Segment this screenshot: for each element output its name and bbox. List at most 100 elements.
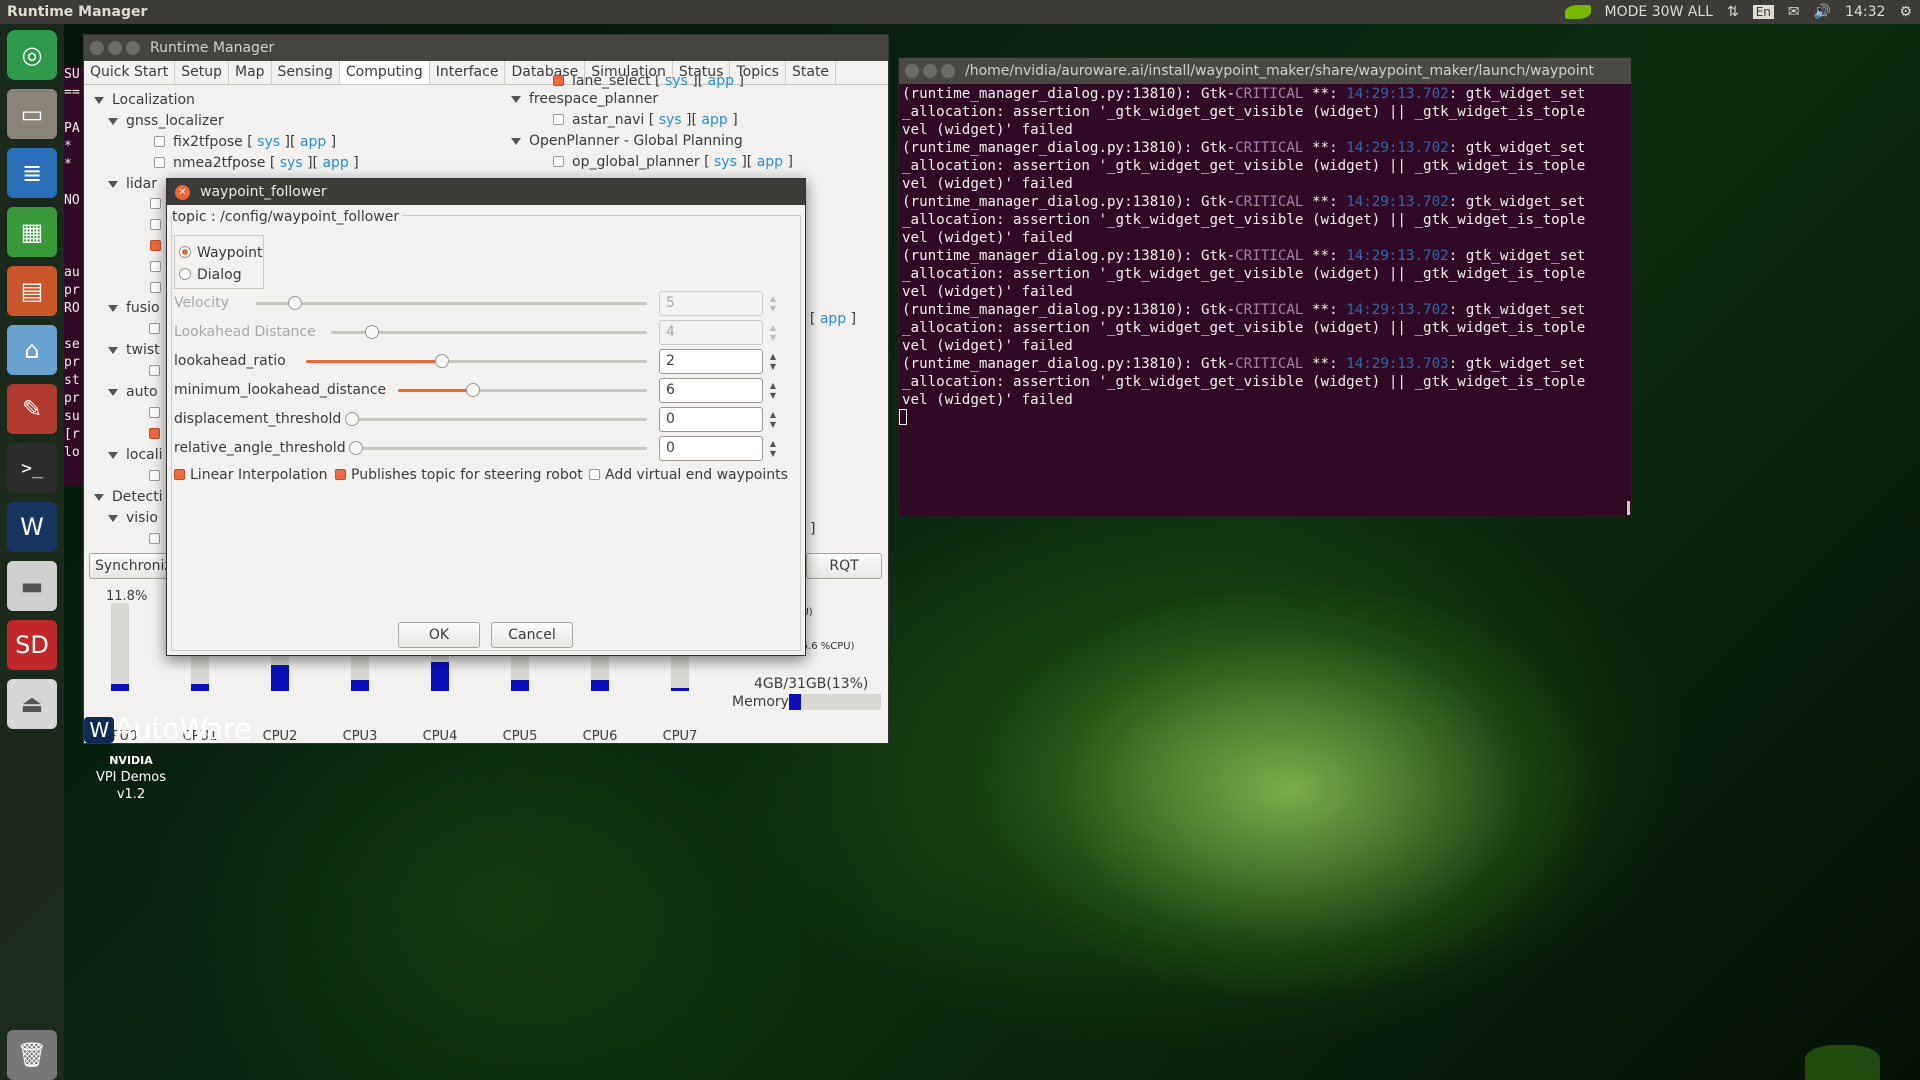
node-checkbox[interactable] xyxy=(149,533,160,544)
tab-state[interactable]: State xyxy=(786,61,837,84)
param-value-input[interactable]: 0 xyxy=(659,436,763,461)
tab-map[interactable]: Map xyxy=(229,61,272,84)
checkbox[interactable] xyxy=(589,469,600,480)
checkbox[interactable] xyxy=(174,469,185,480)
close-icon[interactable] xyxy=(905,64,919,78)
node-checkbox[interactable] xyxy=(150,219,161,230)
param-slider[interactable] xyxy=(398,383,647,397)
slider-knob[interactable] xyxy=(288,296,302,310)
sd-card-icon[interactable]: SD xyxy=(7,620,57,670)
node-checkbox[interactable] xyxy=(553,156,564,167)
linear-interpolation-checkbox[interactable]: Linear Interpolation xyxy=(174,467,328,483)
spin-arrows-icon[interactable]: ▲ ▼ xyxy=(767,323,779,343)
close-icon[interactable] xyxy=(90,41,104,55)
node-checkbox[interactable] xyxy=(150,282,161,293)
node-checkbox[interactable] xyxy=(150,198,161,209)
terminal-output[interactable]: (runtime_manager_dialog.py:13810): Gtk-C… xyxy=(899,84,1631,426)
app-link[interactable]: app xyxy=(820,311,846,327)
publish-steering-checkbox[interactable]: Publishes topic for steering robot xyxy=(335,467,583,483)
param-slider[interactable] xyxy=(349,441,647,455)
spin-arrows-icon[interactable]: ▲ ▼ xyxy=(767,381,779,401)
node-checkbox[interactable] xyxy=(553,75,564,86)
sys-link[interactable]: sys xyxy=(257,134,280,150)
software-center-icon[interactable]: ⌂ xyxy=(7,325,57,375)
slider-knob[interactable] xyxy=(345,412,359,426)
node-checkbox[interactable] xyxy=(149,365,160,376)
param-slider[interactable] xyxy=(256,296,647,310)
tree-item-fusion[interactable]: fusio xyxy=(94,298,168,319)
maximize-icon[interactable] xyxy=(126,41,140,55)
node-checkbox[interactable] xyxy=(553,114,564,125)
terminal-titlebar[interactable]: /home/nvidia/auroware.ai/install/waypoin… xyxy=(899,58,1631,84)
tree-item-auto[interactable]: auto xyxy=(94,382,168,403)
tree-item-nmea2tfpose[interactable]: nmea2tfpose [ sys ][ app ] xyxy=(94,153,359,174)
tree-item-openplanner[interactable]: OpenPlanner - Global Planning xyxy=(511,131,793,152)
gear-icon[interactable]: ⚙ xyxy=(1899,4,1912,20)
volume-icon[interactable]: 🔊 xyxy=(1814,4,1831,20)
dialog-titlebar[interactable]: ✕ waypoint_follower xyxy=(167,179,805,205)
files-icon[interactable]: ▭ xyxy=(7,89,57,139)
close-icon[interactable]: ✕ xyxy=(175,184,190,200)
expand-arrow-icon[interactable] xyxy=(108,118,118,125)
terminal-scrollbar[interactable] xyxy=(1627,501,1630,515)
tree-item-local[interactable]: locali xyxy=(94,445,168,466)
expand-arrow-icon[interactable] xyxy=(511,138,521,145)
trash-icon[interactable]: 🗑 xyxy=(7,1030,57,1080)
autoware-icon[interactable]: W xyxy=(7,502,57,552)
usb-icon[interactable]: ⏏ xyxy=(7,679,57,729)
sys-link[interactable]: sys xyxy=(659,112,682,128)
tree-item-gnss-localizer[interactable]: gnss_localizer xyxy=(94,111,359,132)
ok-button[interactable]: OK xyxy=(398,622,480,648)
expand-arrow-icon[interactable] xyxy=(108,389,118,396)
expand-arrow-icon[interactable] xyxy=(94,97,104,104)
node-checkbox[interactable] xyxy=(150,261,161,272)
tab-setup[interactable]: Setup xyxy=(175,61,229,84)
param-value-input[interactable]: 4 xyxy=(659,320,763,345)
radio-waypoint[interactable]: Waypoint xyxy=(179,245,263,261)
node-checkbox[interactable] xyxy=(149,323,160,334)
tree-item-freespace-planner[interactable]: freespace_planner xyxy=(511,89,793,110)
expand-arrow-icon[interactable] xyxy=(511,96,521,103)
nvidia-icon[interactable] xyxy=(1564,5,1591,19)
param-slider[interactable] xyxy=(331,325,647,339)
param-value-input[interactable]: 6 xyxy=(659,378,763,403)
tree-item-detection[interactable]: Detecti xyxy=(94,487,168,508)
cancel-button[interactable]: Cancel xyxy=(491,622,573,648)
expand-arrow-icon[interactable] xyxy=(108,305,118,312)
slider-knob[interactable] xyxy=(365,325,379,339)
writer-icon[interactable]: ≣ xyxy=(7,148,57,198)
tree-item-vision[interactable]: visio xyxy=(94,508,168,529)
app-link[interactable]: app xyxy=(322,155,348,171)
tree-item-fix2tfpose[interactable]: fix2tfpose [ sys ][ app ] xyxy=(94,132,359,153)
slider-knob[interactable] xyxy=(466,383,480,397)
spin-arrows-icon[interactable]: ▲ ▼ xyxy=(767,294,779,314)
virtual-end-waypoints-checkbox[interactable]: Add virtual end waypoints xyxy=(589,467,788,483)
calc-icon[interactable]: ▦ xyxy=(7,207,57,257)
tab-sensing[interactable]: Sensing xyxy=(272,61,340,84)
tree-item-astar-navi[interactable]: astar_navi [ sys ][ app ] xyxy=(511,110,793,131)
node-checkbox[interactable] xyxy=(150,240,161,251)
tree-item-twist[interactable]: twist xyxy=(94,340,168,361)
clock[interactable]: 14:32 xyxy=(1845,4,1885,20)
minimize-icon[interactable] xyxy=(108,41,122,55)
window-titlebar[interactable]: Runtime Manager xyxy=(84,35,888,61)
app-link[interactable]: app xyxy=(757,154,783,170)
rqt-button[interactable]: RQT xyxy=(806,553,882,579)
expand-arrow-icon[interactable] xyxy=(108,452,118,459)
app-link[interactable]: app xyxy=(701,112,727,128)
keyboard-layout-indicator[interactable]: En xyxy=(1752,5,1774,19)
param-slider[interactable] xyxy=(306,354,647,368)
expand-arrow-icon[interactable] xyxy=(94,494,104,501)
param-value-input[interactable]: 0 xyxy=(659,407,763,432)
impress-icon[interactable]: ▤ xyxy=(7,266,57,316)
maximize-icon[interactable] xyxy=(941,64,955,78)
spin-arrows-icon[interactable]: ▲ ▼ xyxy=(767,439,779,459)
mail-icon[interactable]: ✉ xyxy=(1788,4,1800,20)
node-checkbox[interactable] xyxy=(154,157,165,168)
ubuntu-icon[interactable]: ◎ xyxy=(7,30,57,80)
terminal-icon[interactable]: >_ xyxy=(7,443,57,493)
param-value-input[interactable]: 2 xyxy=(659,349,763,374)
param-value-input[interactable]: 5 xyxy=(659,291,763,316)
tab-interface[interactable]: Interface xyxy=(430,61,506,84)
param-slider[interactable] xyxy=(345,412,647,426)
